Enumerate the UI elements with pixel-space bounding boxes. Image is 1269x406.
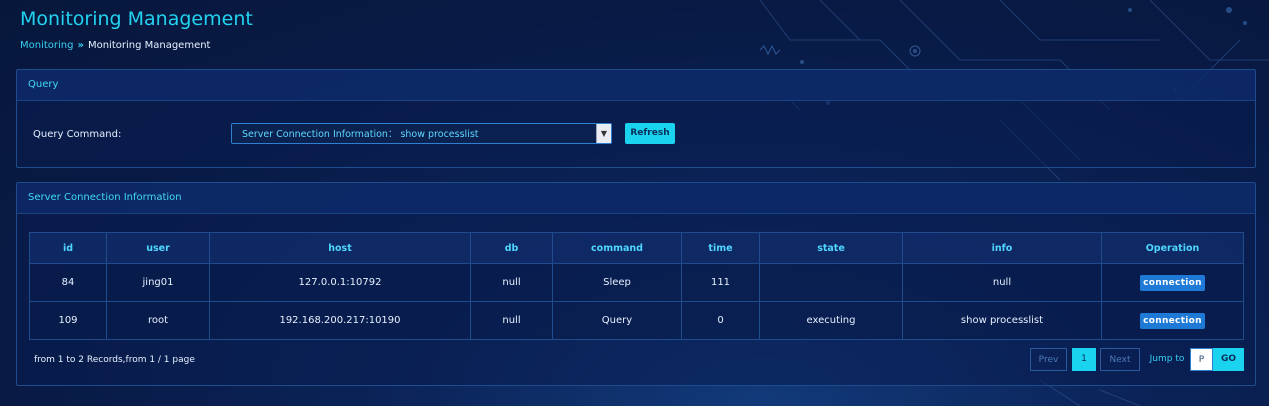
cell-operation: connection <box>1101 301 1244 340</box>
query-panel-heading: Query <box>17 70 1255 101</box>
table-header-row: id user host db command time state info … <box>29 232 1244 264</box>
cell-user: root <box>106 301 210 340</box>
cell-command: Query <box>552 301 682 340</box>
cell-id: 84 <box>29 263 107 302</box>
cell-db: null <box>470 301 553 340</box>
query-command-select[interactable]: Server Connection Information： show proc… <box>231 123 612 144</box>
chevron-down-icon[interactable]: ▼ <box>596 124 611 143</box>
cell-user: jing01 <box>106 263 210 302</box>
breadcrumb-link-monitoring[interactable]: Monitoring <box>20 40 73 51</box>
cell-command: Sleep <box>552 263 682 302</box>
column-header-host: host <box>209 232 471 264</box>
connection-button[interactable]: connection <box>1140 312 1205 329</box>
column-header-id: id <box>29 232 107 264</box>
prev-page-button[interactable]: Prev <box>1030 348 1067 371</box>
refresh-button[interactable]: Refresh <box>625 123 675 144</box>
table-row: 109 root 192.168.200.217:10190 null Quer… <box>29 301 1244 340</box>
cell-db: null <box>470 263 553 302</box>
jump-to-label: Jump to <box>1149 354 1185 364</box>
page-number-input[interactable]: P <box>1190 348 1213 371</box>
column-header-time: time <box>681 232 760 264</box>
cell-state: executing <box>759 301 903 340</box>
breadcrumb: Monitoring » Monitoring Management <box>20 40 210 51</box>
column-header-command: command <box>552 232 682 264</box>
cell-state <box>759 263 903 302</box>
column-header-operation: Operation <box>1101 232 1244 264</box>
cell-operation: connection <box>1101 263 1244 302</box>
breadcrumb-separator-icon: » <box>77 40 84 51</box>
cell-time: 0 <box>681 301 760 340</box>
server-connection-panel: Server Connection Information id user ho… <box>16 182 1256 386</box>
cell-info: show processlist <box>902 301 1102 340</box>
page-number-button[interactable]: 1 <box>1072 348 1096 371</box>
cell-host: 192.168.200.217:10190 <box>209 301 471 340</box>
table-row: 84 jing01 127.0.0.1:10792 null Sleep 111… <box>29 263 1244 302</box>
query-command-value: Server Connection Information： show proc… <box>242 129 479 140</box>
server-connection-heading: Server Connection Information <box>17 183 1255 214</box>
column-header-state: state <box>759 232 903 264</box>
records-summary: from 1 to 2 Records,from 1 / 1 page <box>34 355 195 365</box>
query-panel: Query Query Command: Server Connection I… <box>16 69 1256 168</box>
connections-table: id user host db command time state info … <box>29 232 1244 340</box>
cell-host: 127.0.0.1:10792 <box>209 263 471 302</box>
column-header-db: db <box>470 232 553 264</box>
connection-button[interactable]: connection <box>1140 274 1205 291</box>
cell-time: 111 <box>681 263 760 302</box>
go-button[interactable]: GO <box>1213 348 1244 371</box>
page-title: Monitoring Management <box>20 8 253 30</box>
column-header-user: user <box>106 232 210 264</box>
column-header-info: info <box>902 232 1102 264</box>
cell-info: null <box>902 263 1102 302</box>
breadcrumb-current: Monitoring Management <box>87 40 211 51</box>
query-command-label: Query Command: <box>33 129 122 140</box>
next-page-button[interactable]: Next <box>1100 348 1140 371</box>
cell-id: 109 <box>29 301 107 340</box>
